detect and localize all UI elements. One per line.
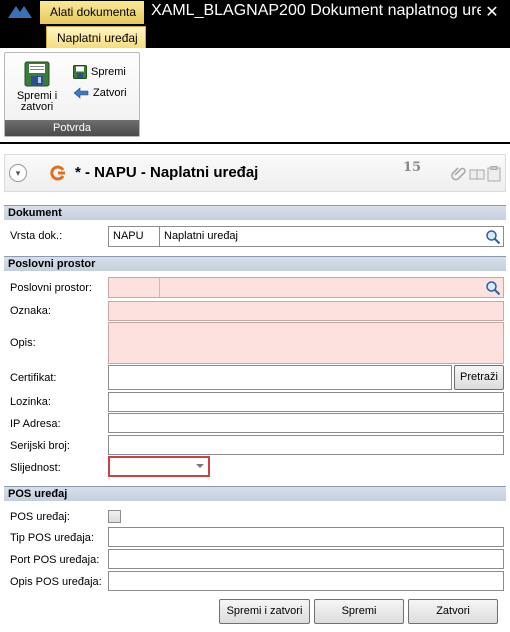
vrsta-dok-name: Naplatni uređaj	[164, 230, 238, 242]
floppy-disk-icon	[24, 61, 50, 87]
ip-adresa-label: IP Adresa:	[10, 418, 61, 430]
zatvori-button[interactable]: Zatvori	[408, 599, 498, 624]
title-bar: Alati dokumenta XAML_BLAGNAP200 Dokument…	[0, 0, 510, 24]
section-dokument: Dokument	[4, 205, 506, 220]
search-icon[interactable]	[485, 280, 501, 296]
opis-label: Opis:	[10, 337, 36, 349]
spremi-i-zatvori-button[interactable]: Spremi i zatvori	[219, 599, 310, 624]
section-pos-uredaj: POS uređaj	[4, 486, 506, 501]
pos-uredaj-checkbox[interactable]	[108, 510, 121, 523]
certifikat-input[interactable]	[108, 365, 452, 390]
ribbon-close-button[interactable]: Zatvori	[73, 84, 127, 102]
spremi-button[interactable]: Spremi	[314, 599, 404, 624]
save-close-label: Spremi i zatvori	[16, 90, 58, 113]
collapse-toggle-button[interactable]: ▾	[9, 164, 27, 182]
ribbon-group-potvrda: Spremi i zatvori Spremi Zatvori Potvrda	[4, 52, 140, 137]
pretrazi-button[interactable]: Pretraži	[454, 365, 504, 390]
group-label-potvrda: Potvrda	[5, 120, 139, 136]
slijednost-label: Slijednost:	[10, 462, 61, 474]
app-logo-icon	[8, 6, 32, 18]
ribbon-save-close-button[interactable]: Spremi i zatvori	[9, 57, 65, 123]
document-header: ▾ * - NAPU - Naplatni uređaj 15	[4, 154, 506, 192]
ip-adresa-input[interactable]	[108, 413, 504, 433]
arrow-left-icon	[73, 87, 89, 99]
opis-pos-input[interactable]	[108, 571, 504, 591]
vrsta-dok-lookup[interactable]: NAPU Naplatni uređaj	[108, 226, 504, 247]
document-tools	[451, 166, 501, 182]
window-close-button[interactable]: ✕	[482, 2, 502, 22]
opis-pos-label: Opis POS uređaja:	[10, 576, 102, 588]
floppy-disk-icon	[73, 65, 87, 79]
document-title: * - NAPU - Naplatni uređaj	[75, 164, 259, 181]
dropdown-arrow-icon	[196, 464, 204, 468]
lozinka-input[interactable]	[108, 392, 504, 412]
tip-pos-label: Tip POS uređaja:	[10, 532, 94, 544]
chevron-down-icon: ▾	[15, 168, 21, 178]
tab-naplatni-uredaj[interactable]: Naplatni uređaj	[46, 26, 146, 48]
refresh-icon	[50, 165, 65, 181]
window-title: XAML_BLAGNAP200 Dokument naplatnog uređ…	[151, 2, 481, 19]
pos-uredaj-label: POS uređaj:	[10, 511, 70, 523]
poslovni-prostor-label: Poslovni prostor:	[10, 282, 92, 294]
ribbon: Spremi i zatvori Spremi Zatvori Potvrda	[0, 48, 510, 144]
serijski-broj-input[interactable]	[108, 435, 504, 455]
context-tab-alati-dokumenta[interactable]: Alati dokumenta	[40, 1, 144, 24]
oznaka-input[interactable]	[108, 301, 504, 321]
book-icon[interactable]	[469, 166, 485, 182]
search-icon[interactable]	[485, 229, 501, 245]
attachment-count: 15	[403, 160, 422, 175]
port-pos-input[interactable]	[108, 549, 504, 569]
ribbon-tab-row: Naplatni uređaj	[0, 24, 510, 48]
ribbon-save-button[interactable]: Spremi	[73, 63, 126, 81]
serijski-broj-label: Serijski broj:	[10, 440, 70, 452]
poslovni-prostor-lookup[interactable]	[108, 277, 504, 298]
section-poslovni-prostor: Poslovni prostor	[4, 256, 506, 271]
tip-pos-input[interactable]	[108, 527, 504, 547]
paperclip-icon[interactable]	[451, 166, 467, 182]
vrsta-dok-code: NAPU	[113, 230, 144, 242]
opis-textarea[interactable]	[108, 322, 504, 364]
lozinka-label: Lozinka:	[10, 396, 51, 408]
close-label: Zatvori	[93, 87, 127, 99]
slijednost-select[interactable]	[108, 456, 210, 477]
clipboard-icon[interactable]	[487, 166, 501, 182]
port-pos-label: Port POS uređaja:	[10, 554, 100, 566]
oznaka-label: Oznaka:	[10, 305, 51, 317]
save-label: Spremi	[91, 66, 126, 78]
certifikat-label: Certifikat:	[10, 372, 57, 384]
vrsta-dok-label: Vrsta dok.:	[10, 230, 63, 242]
